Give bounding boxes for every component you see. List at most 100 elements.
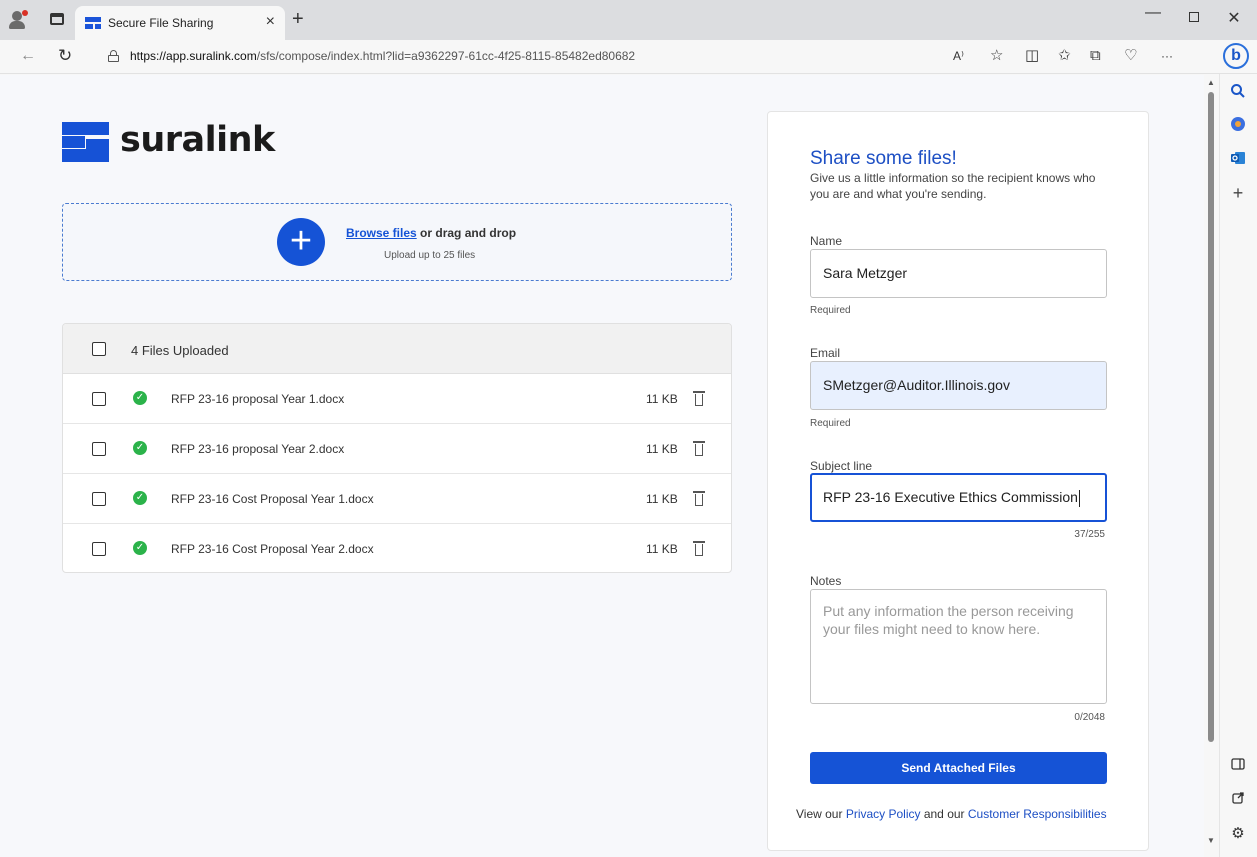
send-attached-files-button[interactable]: Send Attached Files	[810, 752, 1107, 784]
share-form-panel: Share some files! Give us a little infor…	[767, 111, 1149, 851]
check-circle-icon: ✓	[133, 391, 147, 405]
file-size: 11 KB	[646, 442, 678, 456]
email-field[interactable]: SMetzger@Auditor.Illinois.gov	[810, 361, 1107, 410]
name-label: Name	[810, 234, 843, 248]
browser-toolbar: ← ↻ https://app.suralink.com/sfs/compose…	[0, 40, 1257, 74]
footer-links: View our Privacy Policy and our Customer…	[796, 807, 1107, 821]
back-icon[interactable]: ←	[20, 48, 36, 64]
url-host: https://app.suralink.com	[130, 49, 257, 63]
reload-icon[interactable]: ↻	[58, 47, 72, 64]
notes-label: Notes	[810, 574, 842, 588]
form-description: Give us a little information so the reci…	[810, 171, 1096, 201]
file-size: 11 KB	[646, 392, 678, 406]
trash-icon[interactable]	[693, 391, 705, 407]
more-icon[interactable]: ···	[1161, 47, 1173, 65]
file-size: 11 KB	[646, 492, 678, 506]
profile-icon[interactable]	[8, 10, 30, 30]
external-link-icon[interactable]	[1229, 791, 1247, 809]
file-name: RFP 23-16 Cost Proposal Year 2.docx	[171, 542, 374, 556]
subject-field[interactable]: RFP 23-16 Executive Ethics Commission	[810, 473, 1107, 522]
check-circle-icon: ✓	[133, 441, 147, 455]
address-bar[interactable]: https://app.suralink.com/sfs/compose/ind…	[130, 49, 635, 63]
file-dropzone[interactable]: + Browse files or drag and drop Upload u…	[62, 203, 732, 281]
email-label: Email	[810, 346, 841, 360]
privacy-policy-link[interactable]: Privacy Policy	[846, 807, 921, 821]
tab-close-icon[interactable]: ×	[266, 13, 275, 31]
dropzone-instructions: Browse files or drag and drop	[346, 226, 516, 240]
favorite-icon[interactable]: ☆	[990, 47, 1003, 65]
subject-counter: 37/255	[1074, 529, 1105, 540]
select-all-checkbox[interactable]	[92, 342, 106, 356]
settings-icon[interactable]: ⚙	[1229, 825, 1247, 843]
file-name: RFP 23-16 proposal Year 2.docx	[171, 442, 345, 456]
upload-limit-text: Upload up to 25 files	[384, 250, 476, 261]
sidebar-toggle-icon[interactable]	[1229, 757, 1247, 775]
outlook-icon[interactable]	[1229, 150, 1247, 168]
notes-placeholder: Put any information the person receiving…	[823, 603, 1074, 637]
scroll-up-icon[interactable]: ▲	[1207, 78, 1215, 87]
scroll-thumb[interactable]	[1208, 92, 1214, 742]
page-scrollbar[interactable]: ▲ ▼	[1204, 74, 1218, 857]
minimize-button[interactable]: —	[1143, 4, 1163, 22]
browser-essentials-icon[interactable]: ♡	[1124, 47, 1137, 65]
copilot-icon[interactable]: b	[1223, 43, 1249, 69]
copilot-sidebar-icon[interactable]	[1229, 116, 1247, 134]
maximize-button[interactable]	[1184, 9, 1204, 25]
url-path: /sfs/compose/index.html?lid=a9362297-61c…	[256, 49, 636, 63]
suralink-logo-mark	[62, 122, 109, 162]
customer-responsibilities-link[interactable]: Customer Responsibilities	[968, 807, 1107, 821]
table-row: ✓ RFP 23-16 Cost Proposal Year 1.docx 11…	[63, 474, 731, 524]
table-row: ✓ RFP 23-16 proposal Year 1.docx 11 KB	[63, 374, 731, 424]
add-icon[interactable]: +	[1229, 184, 1247, 202]
add-files-button[interactable]: +	[277, 218, 325, 266]
collections-icon[interactable]: ⧉	[1090, 47, 1101, 65]
browser-sidebar: + ⚙	[1219, 74, 1257, 857]
files-table-header: 4 Files Uploaded	[63, 324, 731, 374]
split-screen-icon[interactable]: ◫	[1025, 47, 1039, 65]
check-circle-icon: ✓	[133, 541, 147, 555]
lock-icon[interactable]	[108, 50, 119, 62]
subject-label: Subject line	[810, 459, 873, 473]
file-checkbox[interactable]	[92, 392, 106, 406]
trash-icon[interactable]	[693, 491, 705, 507]
trash-icon[interactable]	[693, 541, 705, 557]
uploaded-files-table: 4 Files Uploaded ✓ RFP 23-16 proposal Ye…	[62, 323, 732, 573]
trash-icon[interactable]	[693, 441, 705, 457]
table-row: ✓ RFP 23-16 Cost Proposal Year 2.docx 11…	[63, 524, 731, 572]
browser-tab[interactable]: Secure File Sharing ×	[75, 6, 285, 40]
footer-middle: and our	[920, 807, 968, 821]
search-icon[interactable]	[1229, 83, 1247, 101]
read-aloud-icon[interactable]: A⁾	[953, 47, 964, 65]
footer-prefix: View our	[796, 807, 846, 821]
close-window-button[interactable]: ✕	[1224, 8, 1244, 28]
page-content: suralink + Browse files or drag and drop…	[0, 75, 1204, 857]
suralink-favicon-icon	[85, 17, 101, 29]
tab-title: Secure File Sharing	[108, 16, 214, 30]
table-row: ✓ RFP 23-16 proposal Year 2.docx 11 KB	[63, 424, 731, 474]
browser-titlebar: Secure File Sharing × + — ✕	[0, 0, 1257, 40]
name-field[interactable]: Sara Metzger	[810, 249, 1107, 298]
scroll-down-icon[interactable]: ▼	[1207, 836, 1215, 845]
subject-value: RFP 23-16 Executive Ethics Commission	[823, 489, 1078, 505]
file-size: 11 KB	[646, 542, 678, 556]
form-title: Share some files!	[810, 148, 957, 169]
logo-text: suralink	[120, 120, 275, 160]
new-tab-button[interactable]: +	[292, 9, 304, 29]
file-name: RFP 23-16 Cost Proposal Year 1.docx	[171, 492, 374, 506]
drag-drop-text: or drag and drop	[416, 226, 517, 240]
notes-textarea[interactable]: Put any information the person receiving…	[810, 589, 1107, 704]
favorites-icon[interactable]: ✩	[1058, 47, 1071, 65]
notes-counter: 0/2048	[1074, 712, 1105, 723]
check-circle-icon: ✓	[133, 491, 147, 505]
file-checkbox[interactable]	[92, 542, 106, 556]
suralink-logo: suralink	[62, 120, 275, 172]
workspaces-icon[interactable]	[50, 13, 64, 25]
text-caret	[1078, 489, 1080, 507]
files-count: 4 Files Uploaded	[131, 343, 229, 358]
file-name: RFP 23-16 proposal Year 1.docx	[171, 392, 345, 406]
email-required-text: Required	[810, 418, 851, 429]
name-required-text: Required	[810, 305, 851, 316]
file-checkbox[interactable]	[92, 492, 106, 506]
file-checkbox[interactable]	[92, 442, 106, 456]
browse-files-link[interactable]: Browse files	[346, 226, 417, 240]
